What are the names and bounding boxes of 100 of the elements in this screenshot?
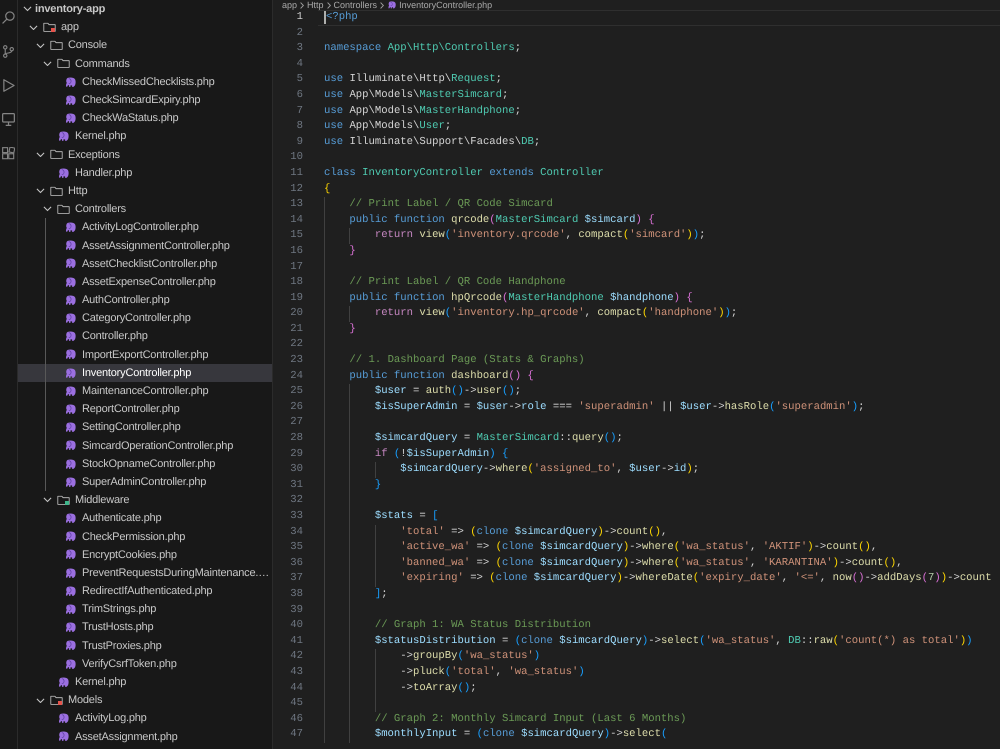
elephant-icon xyxy=(64,112,76,124)
tree-item[interactable]: Console xyxy=(18,36,272,55)
elephant-icon xyxy=(64,313,76,324)
code-line: $user = auth()->user(); xyxy=(374,384,522,400)
tree-item[interactable]: CheckMissedChecklists.php xyxy=(18,72,272,91)
line-number: 5 xyxy=(296,72,303,88)
monitor-icon[interactable] xyxy=(2,113,15,126)
code-line: 'banned_wa' => (clone $simcardQuery)->where('wa_status', 'KARANTINA')->count(), xyxy=(400,556,903,571)
elephant-icon xyxy=(64,404,76,414)
code-line: return view('inventory.qrcode', compact('simcard')); xyxy=(374,228,706,244)
tree-item[interactable]: app xyxy=(18,18,272,36)
line-number: 44 xyxy=(290,680,303,696)
folder-icon xyxy=(50,694,62,706)
code-line: // Graph 2: Monthly Simcard Input (Last 6 Months) xyxy=(374,712,686,727)
line-number: 13 xyxy=(290,197,303,212)
code-line: public function qrcode(MasterSimcard $simcard) { xyxy=(349,212,655,228)
search-icon[interactable] xyxy=(2,11,15,24)
code-line: 'expiring' => (clone $simcardQuery)->whereDate('expiry_date', '<=', now()->addDays(7))->count xyxy=(400,571,992,586)
folder-icon xyxy=(50,149,62,160)
code-line: use App\Models\User; xyxy=(324,119,452,134)
folder-icon xyxy=(50,186,62,196)
code-line: // 1. Dashboard Page (Stats & Graphs) xyxy=(349,353,585,368)
line-number: 36 xyxy=(290,556,303,571)
tree-item[interactable]: Kernel.php xyxy=(18,672,272,692)
code-line: use App\Models\MasterHandphone; xyxy=(324,104,522,119)
tree-item[interactable]: AssetAssignment.php xyxy=(18,728,272,746)
code-line: // Graph 1: WA Status Distribution xyxy=(374,618,591,634)
code-line: <?php xyxy=(326,10,358,25)
elephant-icon xyxy=(64,422,76,433)
tree-item[interactable]: TrimStrings.php xyxy=(18,600,272,618)
folder-icon xyxy=(56,494,70,506)
tree-item[interactable]: Middleware xyxy=(18,491,272,510)
branch-icon[interactable] xyxy=(2,45,15,58)
tree-item[interactable]: EncryptCookies.php xyxy=(18,546,272,564)
line-number: 35 xyxy=(290,540,303,556)
tree-item[interactable]: Http xyxy=(18,182,272,200)
tree-item[interactable]: Exceptions xyxy=(18,146,272,164)
code-line: // Print Label / QR Code Handphone xyxy=(349,275,566,290)
line-number: 32 xyxy=(290,493,303,508)
code-line: $isSuperAdmin = $user->role === 'superadmin' || $user->hasRole('superadmin'); xyxy=(374,400,864,415)
tree-item[interactable]: CheckWaStatus.php xyxy=(18,109,272,128)
line-number: 40 xyxy=(290,618,303,634)
tree-item[interactable]: CheckPermission.php xyxy=(18,527,272,546)
breadcrumb-item[interactable]: Controllers xyxy=(334,0,378,10)
breadcrumb-item[interactable]: Http xyxy=(307,0,324,10)
line-number: 37 xyxy=(290,571,303,586)
tree-item[interactable]: CheckSimcardExpiry.php xyxy=(18,90,272,110)
tree-item[interactable]: Handler.php xyxy=(18,164,272,182)
tree-item[interactable]: Controllers xyxy=(18,200,272,218)
line-number: 43 xyxy=(290,664,303,680)
line-number: 26 xyxy=(290,400,303,415)
code-line: 'total' => (clone $simcardQuery)->count(), xyxy=(400,524,668,540)
tree-item[interactable]: TrustHosts.php xyxy=(18,618,272,637)
code-line: use App\Models\MasterSimcard; xyxy=(324,88,508,103)
line-number: 29 xyxy=(290,446,303,462)
line-number: 39 xyxy=(290,602,303,618)
elephant-icon xyxy=(64,368,76,378)
code-line: $monthlyInput = (clone $simcardQuery)->select( xyxy=(374,727,668,742)
elephant-icon xyxy=(64,549,76,560)
tree-item[interactable]: Kernel.php xyxy=(18,127,272,146)
line-number: 21 xyxy=(290,322,303,337)
workspace-header[interactable]: inventory-app xyxy=(18,0,272,18)
tree-item[interactable]: Models xyxy=(18,691,272,710)
code-line: $statusDistribution = (clone $simcardQuery)->select('wa_status', DB::raw('count(*) as total')) xyxy=(374,634,973,649)
elephant-icon xyxy=(64,258,76,269)
elephant-icon xyxy=(64,349,76,360)
line-number: 6 xyxy=(296,88,303,103)
line-number: 30 xyxy=(290,462,303,478)
play-icon[interactable] xyxy=(2,79,15,92)
tree-item[interactable]: PreventRequestsDuringMaintenance.… xyxy=(18,564,272,582)
code-line: { xyxy=(324,182,330,197)
line-number: 19 xyxy=(290,290,303,306)
folder-icon xyxy=(50,40,62,51)
elephant-icon xyxy=(64,222,76,233)
code-line: class InventoryController extends Controller xyxy=(324,166,604,181)
breadcrumb-item[interactable]: InventoryController.php xyxy=(399,0,492,10)
line-number: 23 xyxy=(290,353,303,368)
line-number: 12 xyxy=(290,182,303,197)
line-number: 45 xyxy=(290,696,303,712)
tree-item[interactable]: Commands xyxy=(18,54,272,73)
line-number: 1 xyxy=(296,10,303,25)
tree-item[interactable]: InventoryController.php xyxy=(18,364,272,382)
tree-item[interactable]: VerifyCsrfToken.php xyxy=(18,654,272,673)
tree-item[interactable]: RedirectIfAuthenticated.php xyxy=(18,582,272,600)
elephant-icon xyxy=(64,386,76,396)
code-line: ->groupBy('wa_status') xyxy=(400,649,540,664)
elephant-icon xyxy=(64,622,76,633)
elephant-icon xyxy=(64,76,76,88)
elephant-icon xyxy=(57,676,69,688)
line-number: 38 xyxy=(290,586,303,602)
code-line: if (!$isSuperAdmin) { xyxy=(374,446,508,462)
line-number: 7 xyxy=(296,104,303,119)
chevron-right-icon xyxy=(380,2,384,8)
blocks-icon[interactable] xyxy=(2,147,15,160)
text-cursor xyxy=(324,11,326,24)
tree-item[interactable]: ActivityLog.php xyxy=(18,709,272,728)
breadcrumb-item[interactable]: app xyxy=(282,0,298,10)
tree-item[interactable]: TrustProxies.php xyxy=(18,636,272,655)
elephant-icon xyxy=(64,440,76,451)
tree-item[interactable]: Authenticate.php xyxy=(18,509,272,528)
